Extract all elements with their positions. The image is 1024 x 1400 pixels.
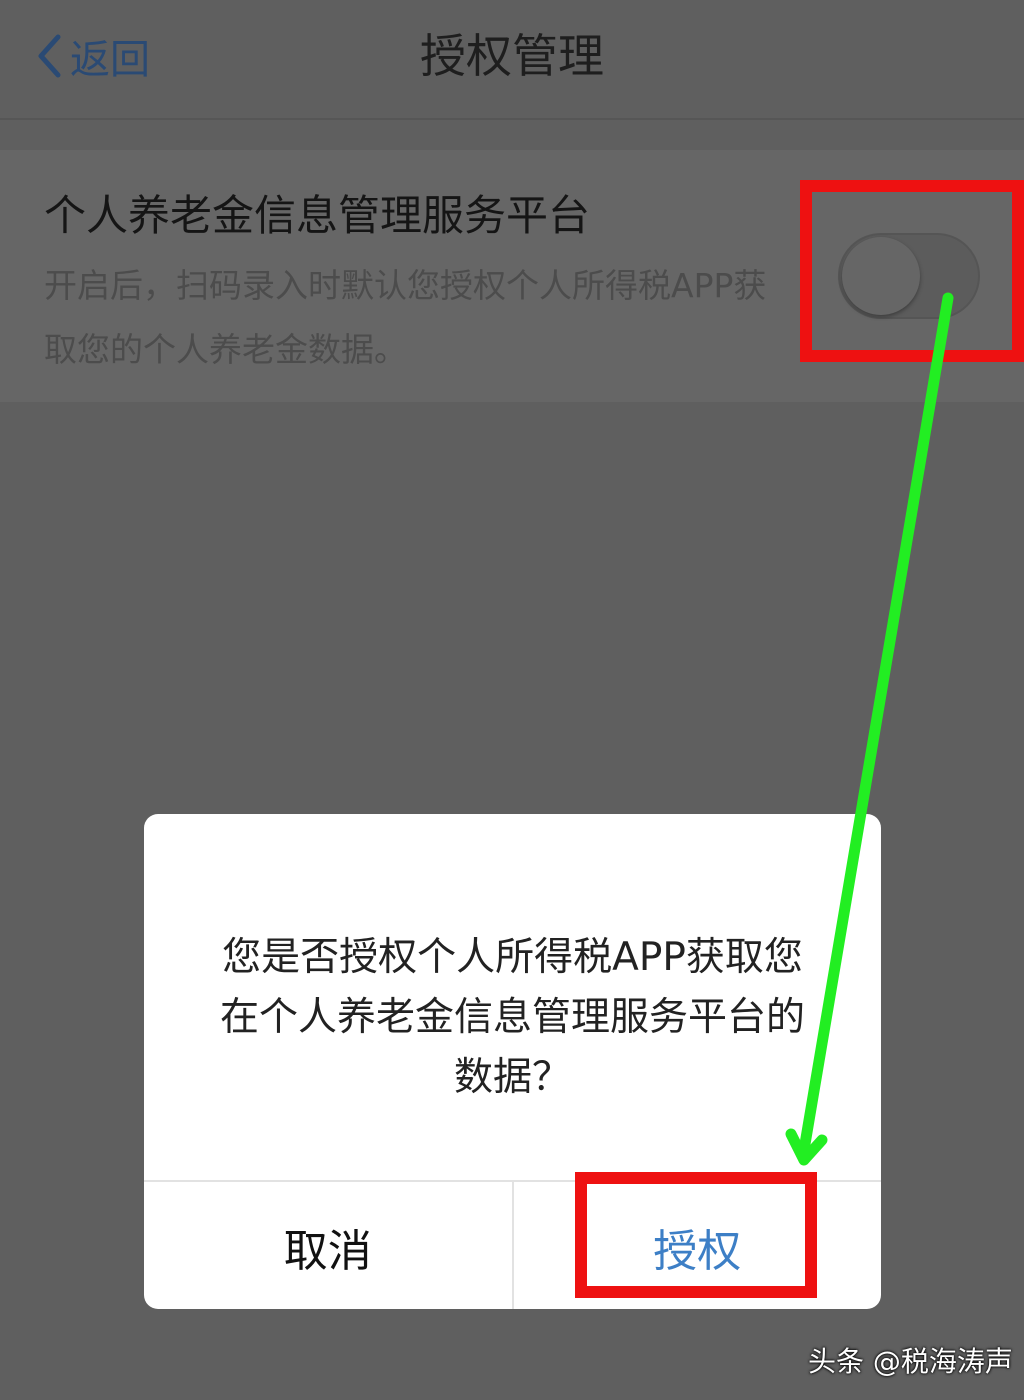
annotation-box-toggle [800,180,1024,362]
setting-description: 开启后，扫码录入时默认您授权个人所得税APP获取您的个人养老金数据。 [44,266,767,369]
watermark: 头条 @税海涛声 [808,1345,1013,1378]
page-title: 授权管理 [420,29,604,83]
dialog-message: 您是否授权个人所得税APP获取您在个人养老金信息管理服务平台的数据？ [219,935,805,1100]
annotation-box-grant [575,1172,817,1298]
cancel-button[interactable]: 取消 [144,1182,514,1309]
setting-title: 个人养老金信息管理服务平台 [44,191,591,240]
navigation-bar: 返回 授权管理 [0,0,1024,120]
